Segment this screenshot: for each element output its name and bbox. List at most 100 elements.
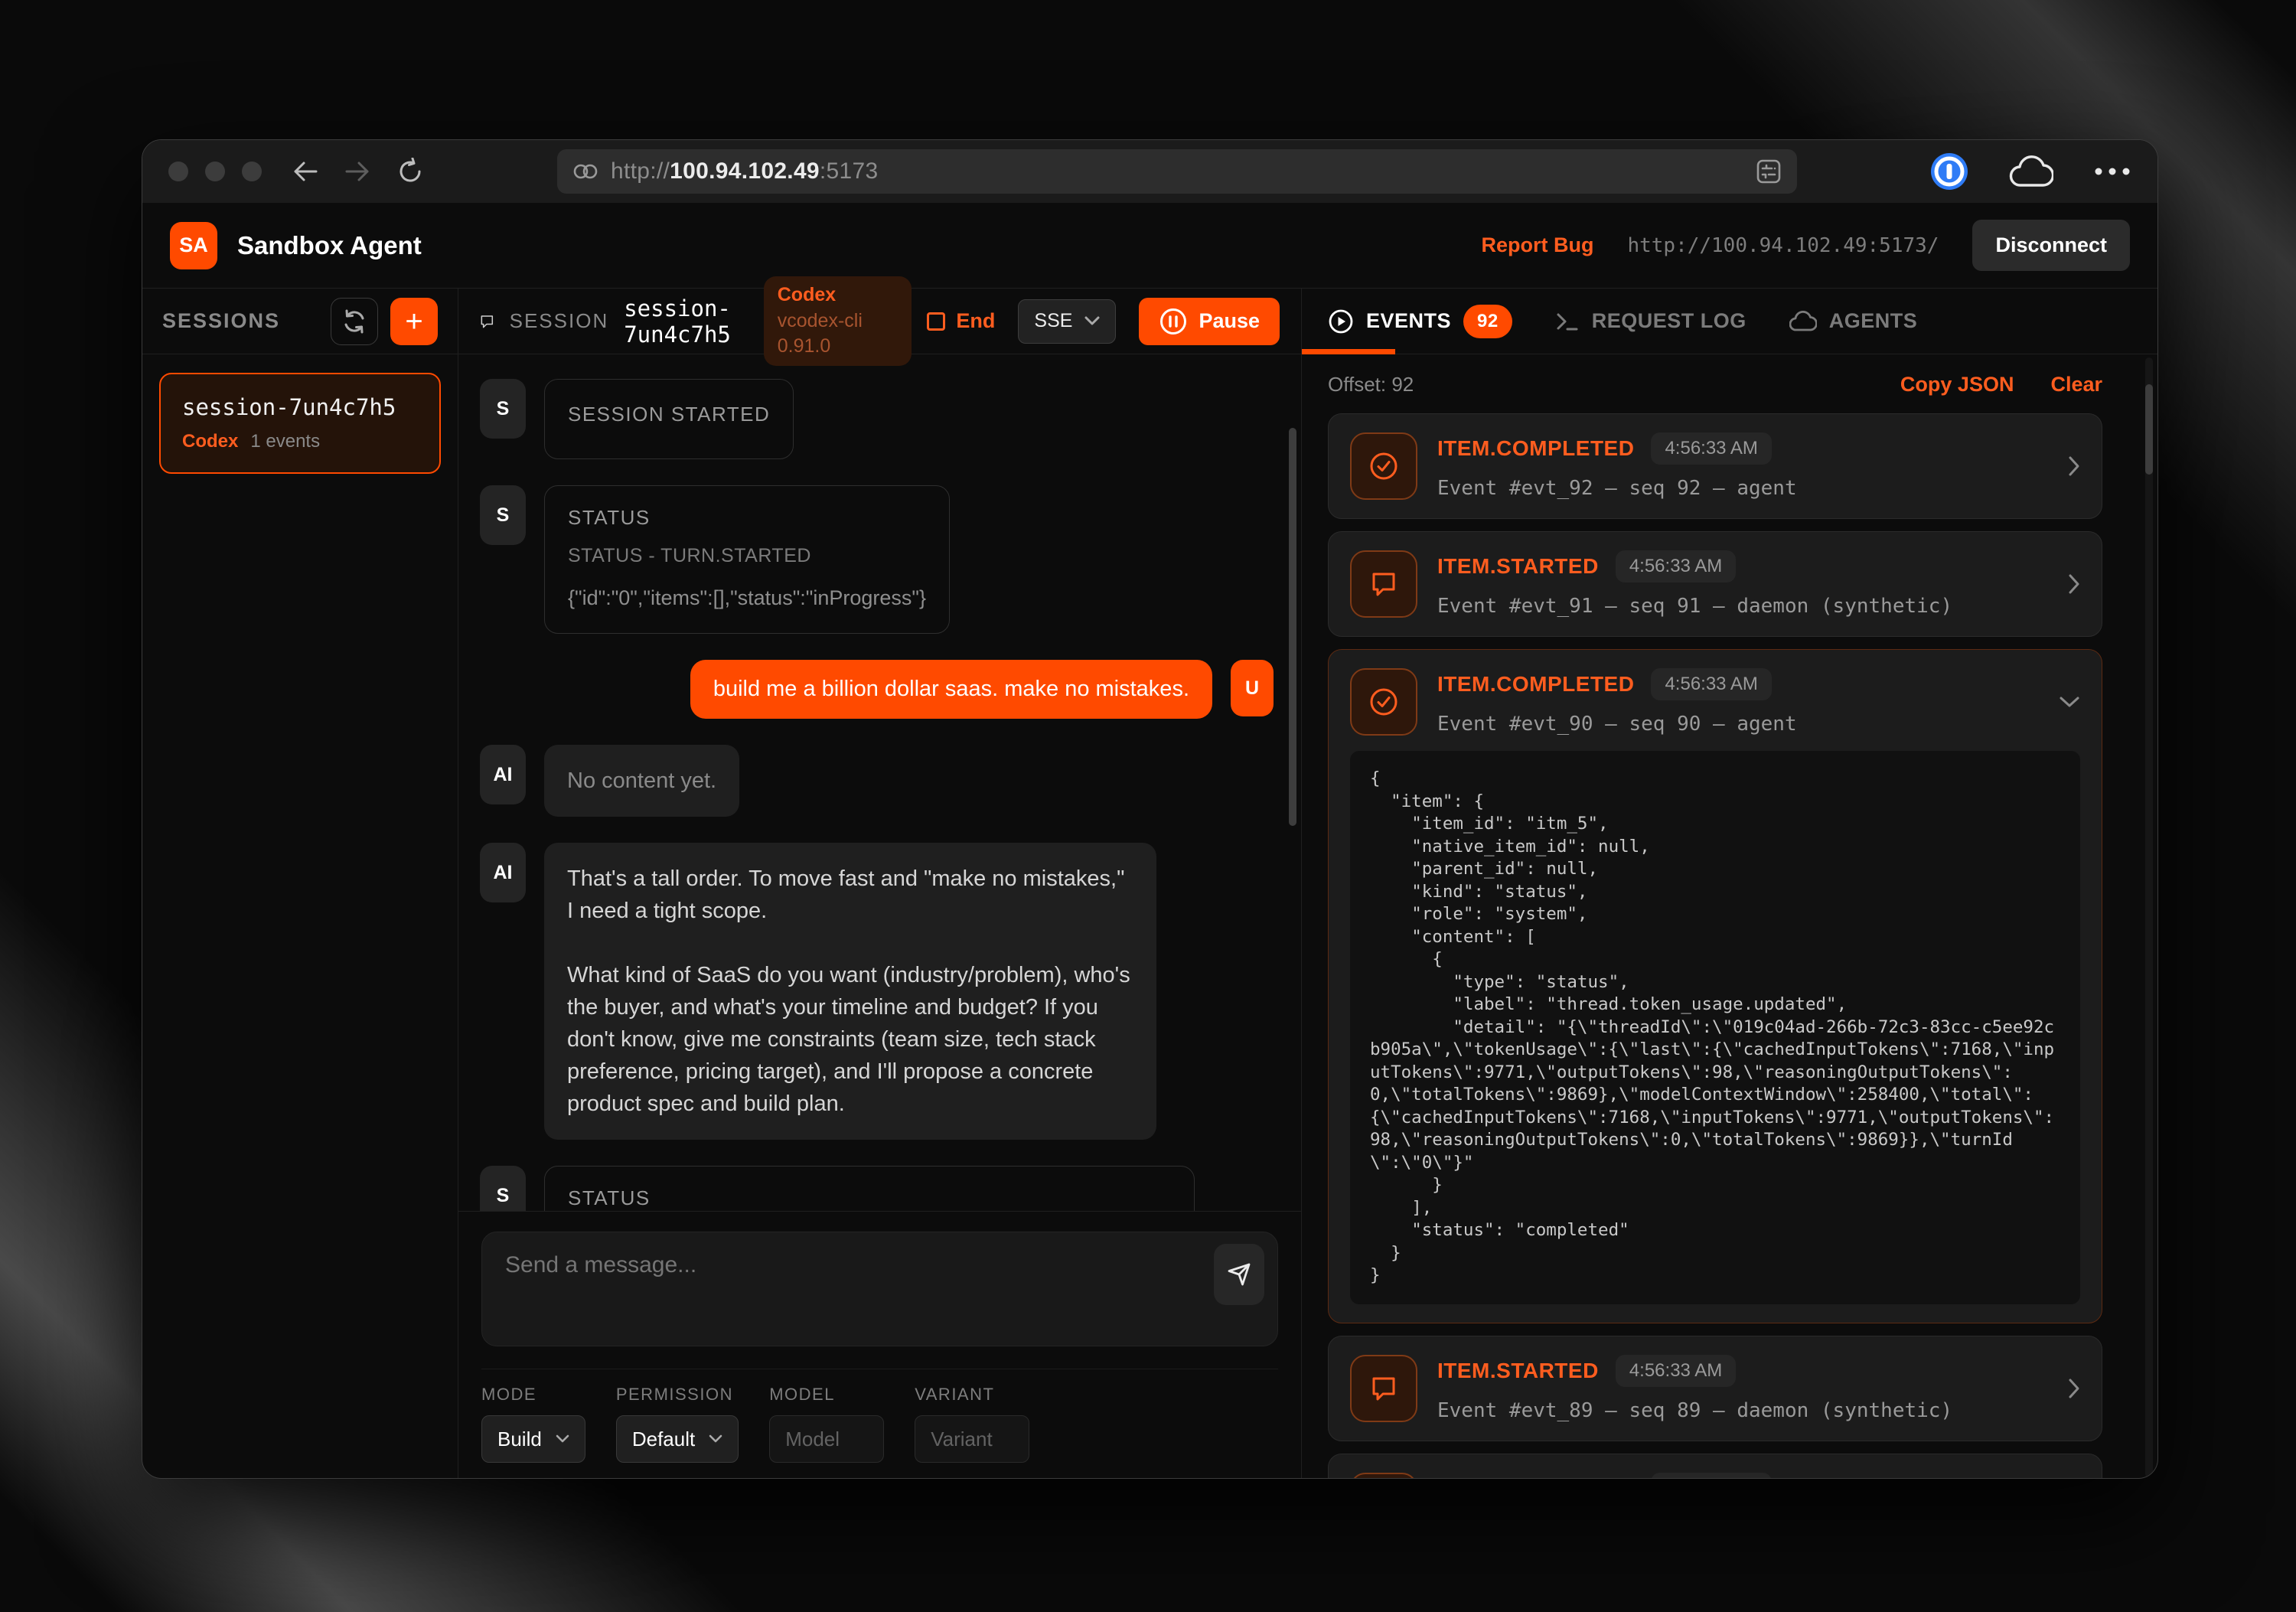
chevron-right-icon	[2068, 455, 2080, 477]
session-name: session-7un4c7h5	[182, 394, 418, 420]
tab-agents[interactable]: AGENTS	[1789, 309, 1918, 333]
event-card[interactable]: ITEM.COMPLETED4:56:33 AM Event #evt_92 —…	[1328, 413, 2102, 519]
item-started-icon	[1350, 550, 1417, 618]
copy-json-button[interactable]: Copy JSON	[1900, 373, 2014, 396]
mode-label: MODE	[481, 1385, 585, 1405]
item-completed-icon	[1350, 1473, 1417, 1479]
event-card-expanded[interactable]: ITEM.COMPLETED4:56:33 AM Event #evt_90 —…	[1328, 649, 2102, 1323]
events-count-badge: 92	[1463, 305, 1512, 338]
chevron-right-icon	[2068, 573, 2080, 595]
session-list-item[interactable]: session-7un4c7h5 Codex1 events	[159, 373, 441, 474]
status-bubble: STATUS STATUS - TURN.STARTED {"id":"0","…	[544, 485, 950, 634]
mode-select[interactable]: Build	[481, 1415, 585, 1463]
app-header: SA Sandbox Agent Report Bug http://100.9…	[142, 203, 2157, 289]
sessions-title: SESSIONS	[162, 309, 318, 333]
assistant-bubble: That's a tall order. To move fast and "m…	[544, 843, 1156, 1140]
variant-input[interactable]	[915, 1415, 1029, 1463]
chevron-down-icon	[709, 1434, 722, 1444]
variant-label: VARIANT	[915, 1385, 1029, 1405]
reader-settings-icon[interactable]	[1756, 158, 1782, 184]
user-avatar: U	[1231, 660, 1274, 716]
status-message: S STATUS STATUS - TURN.STARTED {"id":"0"…	[480, 485, 1274, 634]
assistant-avatar: AI	[480, 843, 526, 902]
event-card[interactable]: ITEM.COMPLETED4:56:33 AM Event #evt_88 —…	[1328, 1454, 2102, 1479]
close-button[interactable]	[168, 162, 188, 181]
message-input[interactable]	[481, 1232, 1278, 1346]
user-bubble: build me a billion dollar saas. make no …	[690, 660, 1212, 719]
message-list: S SESSION STARTED S STATUS STATUS - TURN…	[458, 354, 1301, 1211]
minimize-button[interactable]	[205, 162, 225, 181]
permission-select[interactable]: Default	[616, 1415, 739, 1463]
play-circle-icon	[1328, 308, 1354, 334]
chevron-down-icon	[556, 1434, 569, 1444]
tab-request-log[interactable]: REQUEST LOG	[1555, 309, 1746, 333]
events-list: ITEM.COMPLETED4:56:33 AM Event #evt_92 —…	[1302, 410, 2157, 1478]
event-card[interactable]: ITEM.STARTED4:56:33 AM Event #evt_91 — s…	[1328, 531, 2102, 637]
tab-events[interactable]: EVENTS 92	[1328, 305, 1512, 338]
session-panel: SESSION session-7un4c7h5 Codex vcodex-cl…	[458, 289, 1302, 1478]
assistant-bubble: No content yet.	[544, 745, 739, 817]
item-completed-icon	[1350, 668, 1417, 736]
chevron-right-icon	[2068, 1378, 2080, 1399]
disconnect-button[interactable]: Disconnect	[1972, 220, 2130, 271]
clear-events-button[interactable]: Clear	[2050, 373, 2102, 396]
browser-chrome: http://100.94.102.49:5173	[142, 140, 2157, 203]
event-time: 4:56:33 AM	[1651, 668, 1771, 700]
browser-window: http://100.94.102.49:5173 SA Sandbox Age…	[142, 139, 2158, 1479]
report-bug-link[interactable]: Report Bug	[1481, 233, 1593, 257]
model-input[interactable]	[769, 1415, 884, 1463]
session-header-name: session-7un4c7h5	[624, 295, 748, 348]
stop-square-icon	[927, 312, 945, 331]
messages-scrollbar[interactable]	[1289, 428, 1296, 826]
url-text: http://100.94.102.49:5173	[611, 158, 1743, 184]
assistant-message: AI That's a tall order. To move fast and…	[480, 843, 1274, 1140]
item-started-icon	[1350, 1355, 1417, 1422]
address-bar[interactable]: http://100.94.102.49:5173	[557, 149, 1797, 194]
status-bubble: STATUS STATUS - THREAD.TOKEN_USAGE.UPDAT…	[544, 1166, 1195, 1211]
forward-button[interactable]	[344, 160, 370, 183]
more-menu-icon[interactable]	[2093, 167, 2131, 176]
session-label: SESSION	[510, 309, 609, 333]
cloud-icon	[1789, 311, 1817, 332]
composer: MODE Build PERMISSION Default	[458, 1211, 1301, 1478]
chevron-down-icon	[1084, 316, 1100, 326]
model-label: MODEL	[769, 1385, 884, 1405]
zoom-button[interactable]	[242, 162, 262, 181]
link-icon	[572, 162, 598, 181]
event-card[interactable]: ITEM.STARTED4:56:33 AM Event #evt_89 — s…	[1328, 1336, 2102, 1441]
refresh-sessions-button[interactable]	[331, 298, 378, 345]
cloud-icon[interactable]	[2009, 155, 2053, 188]
permission-label: PERMISSION	[616, 1385, 739, 1405]
sessions-sidebar: SESSIONS + session-7un4c7h5 Codex1 event…	[142, 289, 458, 1478]
user-message: build me a billion dollar saas. make no …	[480, 660, 1274, 719]
new-session-button[interactable]: +	[390, 298, 438, 345]
status-message: S SESSION STARTED	[480, 379, 1274, 459]
events-scrollbar-track	[2145, 357, 2153, 1478]
chat-bubble-icon	[480, 309, 494, 334]
password-manager-icon[interactable]	[1929, 152, 1969, 191]
reload-button[interactable]	[396, 158, 424, 185]
status-message: S STATUS STATUS - THREAD.TOKEN_USAGE.UPD…	[480, 1166, 1274, 1211]
pause-button[interactable]: Pause	[1139, 298, 1280, 345]
system-avatar: S	[480, 379, 526, 439]
transport-select[interactable]: SSE	[1018, 299, 1116, 344]
event-time: 4:56:33 AM	[1616, 550, 1736, 582]
assistant-message: AI No content yet.	[480, 745, 1274, 817]
system-avatar: S	[480, 485, 526, 545]
pause-circle-icon	[1159, 307, 1188, 336]
app-title: Sandbox Agent	[237, 231, 422, 260]
status-bubble: SESSION STARTED	[544, 379, 794, 459]
session-meta: Codex1 events	[182, 431, 418, 452]
event-json-payload: { "item": { "item_id": "itm_5", "native_…	[1350, 751, 2080, 1304]
agent-version-badge: Codex vcodex-cli 0.91.0	[764, 276, 912, 366]
system-avatar: S	[480, 1166, 526, 1211]
item-completed-icon	[1350, 432, 1417, 500]
server-url: http://100.94.102.49:5173/	[1627, 234, 1939, 257]
events-panel: EVENTS 92 REQUEST LOG AGENTS Offset: 92 …	[1302, 289, 2157, 1478]
terminal-icon	[1555, 310, 1580, 333]
back-button[interactable]	[292, 160, 318, 183]
end-session-button[interactable]: End	[927, 309, 995, 333]
events-scrollbar[interactable]	[2145, 384, 2153, 475]
chevron-down-icon	[2059, 696, 2080, 708]
send-button[interactable]	[1214, 1244, 1264, 1305]
